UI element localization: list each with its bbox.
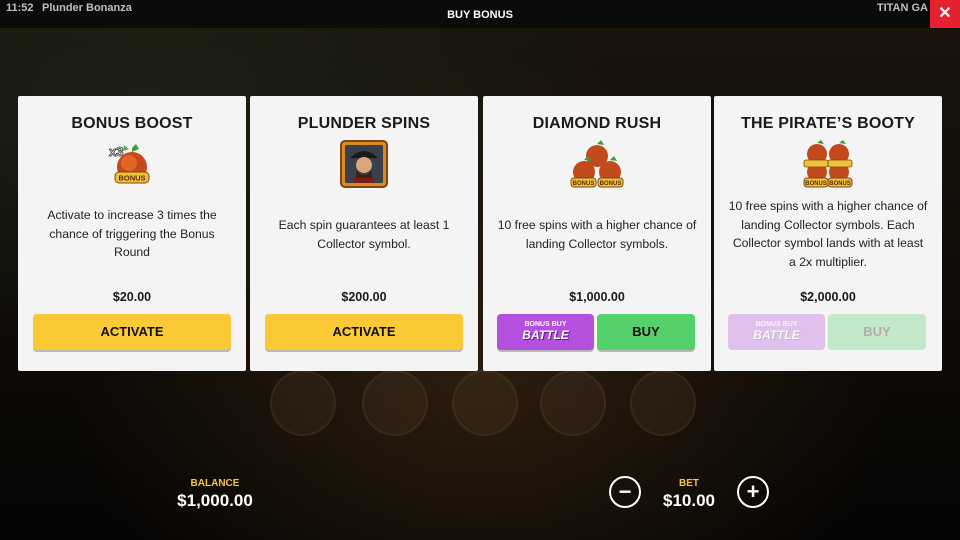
- card-bonus-boost: BONUS BOOST x3 BONUS Activate to increas…: [18, 96, 246, 371]
- reel-symbol-ghost: [540, 370, 606, 436]
- bonus-label: BONUS: [573, 181, 595, 187]
- card-title: PLUNDER SPINS: [297, 115, 431, 132]
- battle-logo-bottom: BATTLE: [753, 328, 800, 342]
- reel-symbol-ghost: [362, 370, 428, 436]
- bonus-chests-icon: BONUS BONUS: [483, 140, 711, 190]
- bonus-label: BONUS: [600, 181, 622, 187]
- bet-increase-button[interactable]: +: [737, 476, 769, 508]
- plus-icon: +: [746, 479, 760, 504]
- close-button[interactable]: ✕: [930, 0, 960, 28]
- buy-button[interactable]: BUY: [597, 314, 695, 350]
- card-diamond-rush: DIAMOND RUSH BONUS BONUS 10 free spins w…: [483, 96, 711, 371]
- reel-symbol-ghost: [452, 370, 518, 436]
- card-title: DIAMOND RUSH: [532, 115, 662, 132]
- battle-logo-bottom: BATTLE: [522, 328, 569, 342]
- card-pirates-booty: THE PIRATE’S BOOTY BONUS BONUS 10 free s…: [714, 96, 942, 371]
- battle-logo-top: BONUS BUY: [755, 321, 798, 328]
- balance-value: $1,000.00: [177, 491, 253, 510]
- bet-label: BET: [679, 478, 699, 489]
- buy-bonus-title: BUY BONUS: [447, 9, 513, 21]
- battle-logo-top: BONUS BUY: [524, 321, 567, 328]
- bonus-buy-battle-logo: BONUS BUY BATTLE: [522, 321, 568, 341]
- card-description: Activate to increase 3 times the chance …: [47, 208, 217, 259]
- close-icon: ✕: [938, 5, 952, 22]
- bonus-label: BONUS: [805, 181, 827, 187]
- card-price: $1,000.00: [569, 290, 625, 304]
- activate-button[interactable]: ACTIVATE: [265, 314, 463, 350]
- bonus-buy-battle-button[interactable]: BONUS BUY BATTLE: [497, 314, 594, 350]
- pirate-captain-icon: [250, 140, 478, 190]
- bonus-label: BONUS: [829, 181, 851, 187]
- buy-button[interactable]: BUY: [828, 314, 926, 350]
- bonus-label: BONUS: [118, 174, 145, 183]
- activate-button[interactable]: ACTIVATE: [33, 314, 231, 350]
- card-plunder-spins: PLUNDER SPINS Each spin guarantees at le…: [250, 96, 478, 371]
- card-description: 10 free spins with a higher chance of la…: [497, 218, 697, 251]
- provider-name: TITAN GA: [876, 2, 928, 14]
- card-price: $2,000.00: [800, 290, 856, 304]
- bonus-buy-battle-logo: BONUS BUY BATTLE: [753, 321, 799, 341]
- card-description: 10 free spins with a higher chance of la…: [728, 199, 928, 269]
- reel-symbol-ghost: [630, 370, 696, 436]
- top-bar: 11:52 Plunder Bonanza BUY BONUS TITAN GA…: [0, 0, 960, 28]
- balance-label: BALANCE: [190, 478, 240, 489]
- card-title: THE PIRATE’S BOOTY: [741, 115, 915, 132]
- reel-symbol-ghost: [270, 370, 336, 436]
- bet-decrease-button[interactable]: −: [609, 476, 641, 508]
- bonus-chests-stack-icon: BONUS BONUS: [714, 140, 942, 190]
- card-price: $20.00: [112, 290, 152, 304]
- card-title: BONUS BOOST: [71, 115, 193, 132]
- card-description: Each spin guarantees at least 1 Collecto…: [278, 218, 450, 251]
- minus-icon: −: [618, 479, 632, 504]
- card-price: $200.00: [341, 290, 387, 304]
- bet-value: $10.00: [663, 491, 715, 510]
- bonus-buy-battle-button[interactable]: BONUS BUY BATTLE: [728, 314, 825, 350]
- bonus-boost-icon: x3 BONUS: [18, 140, 246, 190]
